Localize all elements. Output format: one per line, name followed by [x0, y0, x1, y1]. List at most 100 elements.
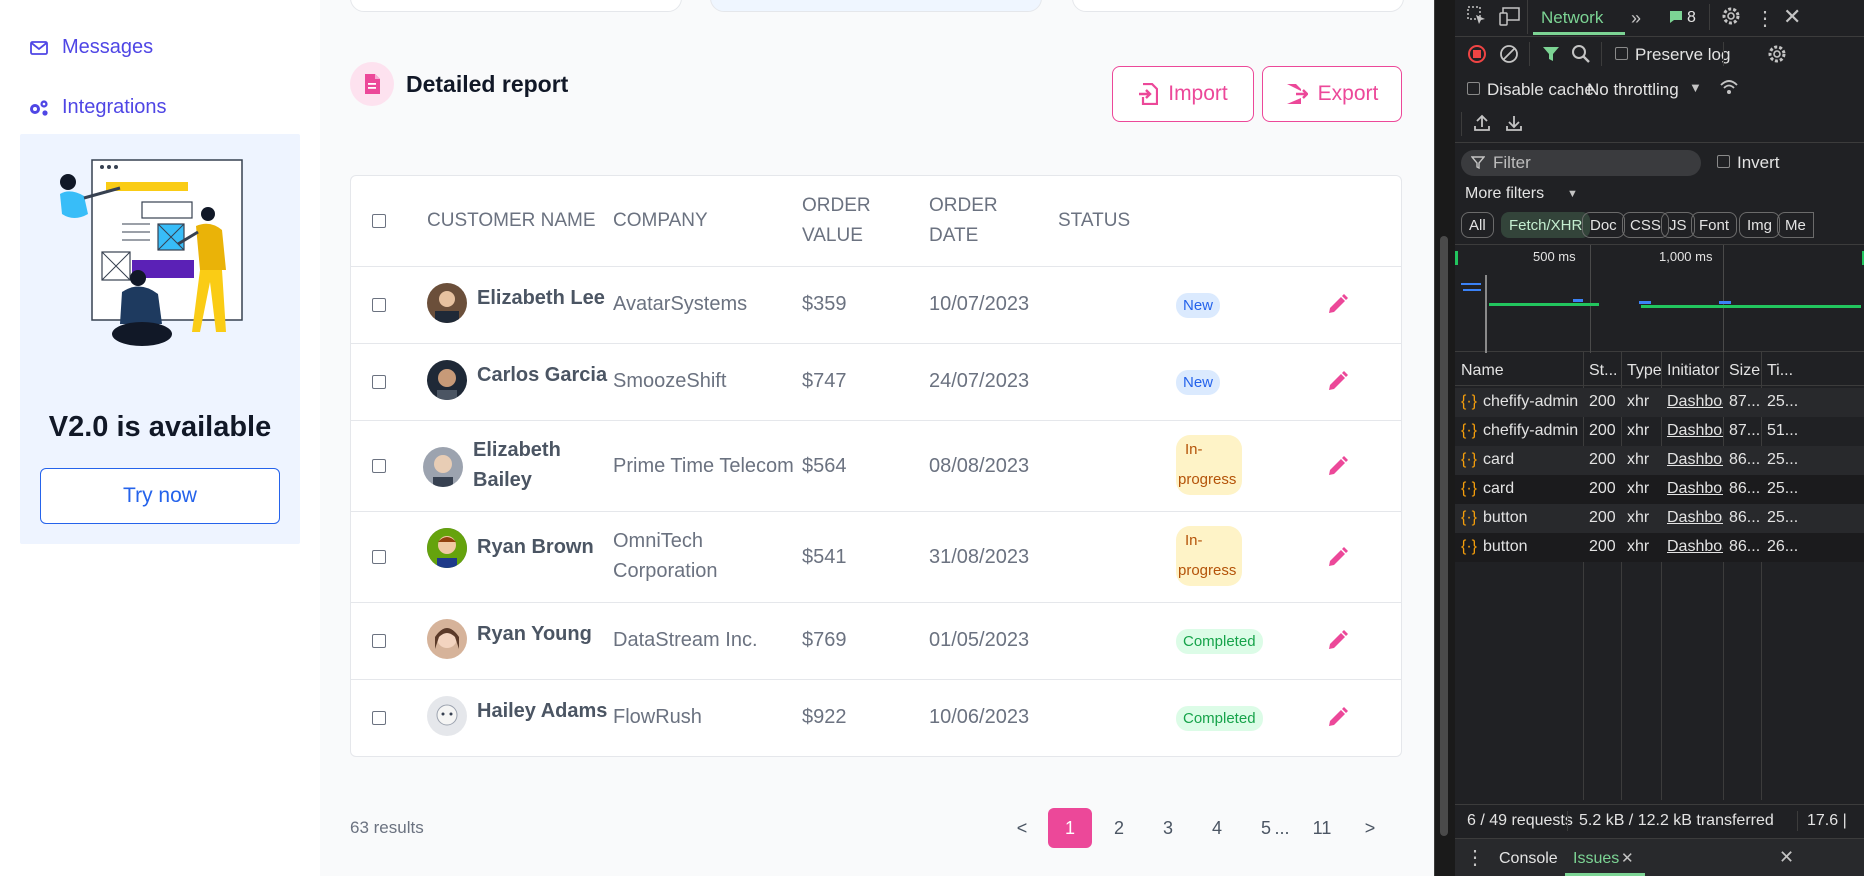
- page-scrollbar[interactable]: [1435, 0, 1455, 876]
- inspect-element-icon[interactable]: [1467, 6, 1487, 26]
- company-cell: SmoozeShift: [613, 370, 727, 392]
- sidebar-item-messages[interactable]: Messages: [28, 36, 153, 59]
- invert-label: Invert: [1737, 153, 1780, 172]
- row-checkbox[interactable]: [372, 711, 386, 725]
- row-checkbox[interactable]: [372, 634, 386, 648]
- pagination-page-4[interactable]: 4: [1197, 808, 1237, 848]
- pagination-page-3[interactable]: 3: [1148, 808, 1188, 848]
- network-request-row[interactable]: {·} chefify-admin 200 xhr Dashboar 87...…: [1455, 417, 1864, 446]
- pagination-prev[interactable]: <: [1002, 808, 1042, 848]
- chevron-down-icon[interactable]: ▼: [1689, 80, 1702, 95]
- edit-icon[interactable]: [1327, 455, 1349, 477]
- close-devtools-icon[interactable]: ✕: [1783, 4, 1801, 30]
- column-header-time[interactable]: Ti...: [1767, 362, 1793, 380]
- request-initiator-link[interactable]: Dashboar: [1667, 509, 1723, 527]
- network-request-row[interactable]: {·} card 200 xhr Dashboar 86... 25...: [1455, 446, 1864, 475]
- stat-card: [1072, 0, 1404, 12]
- filter-chip-font[interactable]: Font: [1691, 212, 1738, 238]
- pagination-next[interactable]: >: [1350, 808, 1390, 848]
- preserve-log-checkbox[interactable]: [1615, 47, 1628, 60]
- table-row[interactable]: Elizabeth Lee AvatarSystems $359 10/07/2…: [351, 267, 1401, 344]
- more-tabs-icon[interactable]: »: [1631, 8, 1641, 29]
- column-header-size[interactable]: Size: [1729, 362, 1760, 380]
- close-drawer-icon[interactable]: ✕: [1779, 847, 1794, 868]
- table-row[interactable]: Elizabeth Bailey Prime Time Telecom $564…: [351, 421, 1401, 512]
- filter-chip-all[interactable]: All: [1461, 212, 1494, 238]
- row-checkbox[interactable]: [372, 550, 386, 564]
- filter-chip-js[interactable]: JS: [1661, 212, 1695, 238]
- column-header-company[interactable]: COMPANY: [613, 206, 708, 236]
- filter-chip-doc[interactable]: Doc: [1582, 212, 1625, 238]
- pagination-page-11[interactable]: 11: [1302, 808, 1342, 848]
- table-row[interactable]: Hailey Adams FlowRush $922 10/06/2023 Co…: [351, 680, 1401, 757]
- issues-message-icon[interactable]: [1669, 10, 1683, 24]
- clear-icon[interactable]: [1499, 44, 1519, 64]
- export-har-icon[interactable]: [1505, 114, 1523, 132]
- settings-gear-icon[interactable]: [1721, 6, 1741, 26]
- close-issues-tab-icon[interactable]: ✕: [1621, 849, 1634, 867]
- pagination-page-1[interactable]: 1: [1048, 808, 1092, 848]
- column-header-initiator[interactable]: Initiator: [1667, 362, 1719, 380]
- table-row[interactable]: Carlos Garcia SmoozeShift $747 24/07/202…: [351, 344, 1401, 421]
- chevron-down-icon[interactable]: ▼: [1567, 188, 1578, 200]
- record-stop-icon[interactable]: [1467, 44, 1487, 64]
- avatar: [423, 447, 463, 487]
- throttling-select[interactable]: No throttling: [1587, 80, 1679, 100]
- column-header-status[interactable]: STATUS: [1058, 206, 1130, 236]
- edit-icon[interactable]: [1327, 370, 1349, 392]
- request-initiator-link[interactable]: Dashboar: [1667, 451, 1723, 469]
- column-header-type[interactable]: Type: [1627, 362, 1662, 380]
- select-all-checkbox[interactable]: [372, 214, 386, 228]
- drawer-menu-icon[interactable]: ⋮: [1465, 845, 1485, 870]
- network-timeline-overview[interactable]: 500 ms 1,000 ms: [1455, 244, 1864, 353]
- request-initiator-link[interactable]: Dashboar: [1667, 538, 1723, 556]
- company-cell-line: OmniTech: [613, 530, 704, 552]
- status-badge: Completed: [1176, 629, 1263, 654]
- more-options-icon[interactable]: ⋮: [1755, 6, 1775, 31]
- row-checkbox[interactable]: [372, 459, 386, 473]
- row-checkbox[interactable]: [372, 375, 386, 389]
- network-request-row[interactable]: {·} card 200 xhr Dashboar 86... 25...: [1455, 475, 1864, 504]
- network-settings-gear-icon[interactable]: [1767, 44, 1787, 64]
- table-row[interactable]: Ryan Brown OmniTech Corporation $541 31/…: [351, 512, 1401, 603]
- network-request-row[interactable]: {·} chefify-admin 200 xhr Dashboar 87...…: [1455, 388, 1864, 417]
- filter-chip-img[interactable]: Img: [1739, 212, 1781, 238]
- customer-name-line: Elizabeth: [473, 439, 561, 461]
- tab-network[interactable]: Network: [1541, 8, 1603, 28]
- filter-funnel-icon[interactable]: [1541, 44, 1561, 64]
- import-har-icon[interactable]: [1473, 114, 1491, 132]
- column-header-name[interactable]: Name: [1461, 362, 1504, 380]
- edit-icon[interactable]: [1327, 546, 1349, 568]
- search-icon[interactable]: [1571, 44, 1591, 64]
- table-row[interactable]: Ryan Young DataStream Inc. $769 01/05/20…: [351, 603, 1401, 680]
- drawer-tab-issues[interactable]: Issues: [1573, 850, 1619, 868]
- sidebar-item-integrations[interactable]: Integrations: [28, 96, 167, 119]
- device-toolbar-icon[interactable]: [1499, 6, 1521, 26]
- edit-icon[interactable]: [1327, 293, 1349, 315]
- network-request-row[interactable]: {·} button 200 xhr Dashboar 86... 25...: [1455, 504, 1864, 533]
- column-header-status[interactable]: St...: [1589, 362, 1617, 380]
- status-badge: New: [1176, 293, 1221, 318]
- column-header-customer[interactable]: CUSTOMER NAME: [427, 206, 596, 236]
- filter-chip-media[interactable]: Me: [1777, 212, 1814, 238]
- invert-checkbox[interactable]: [1717, 155, 1730, 168]
- import-button[interactable]: Import: [1112, 66, 1254, 122]
- request-initiator-link[interactable]: Dashboar: [1667, 422, 1723, 440]
- scrollbar-thumb[interactable]: [1440, 236, 1448, 836]
- filter-chip-fetch-xhr[interactable]: Fetch/XHR: [1501, 212, 1591, 238]
- export-button[interactable]: Export: [1262, 66, 1402, 122]
- network-request-row[interactable]: {·} button 200 xhr Dashboar 86... 26...: [1455, 533, 1864, 562]
- request-initiator-link[interactable]: Dashboar: [1667, 480, 1723, 498]
- disable-cache-checkbox[interactable]: [1467, 82, 1480, 95]
- request-initiator-link[interactable]: Dashboar: [1667, 393, 1723, 411]
- column-header-text: ORDER: [802, 195, 871, 216]
- filter-icon: [1471, 155, 1485, 169]
- drawer-tab-console[interactable]: Console: [1499, 850, 1558, 868]
- edit-icon[interactable]: [1327, 706, 1349, 728]
- more-filters-button[interactable]: More filters: [1465, 185, 1544, 203]
- row-checkbox[interactable]: [372, 298, 386, 312]
- try-now-button[interactable]: Try now: [40, 468, 280, 524]
- network-conditions-icon[interactable]: [1719, 78, 1739, 96]
- pagination-page-2[interactable]: 2: [1099, 808, 1139, 848]
- edit-icon[interactable]: [1327, 629, 1349, 651]
